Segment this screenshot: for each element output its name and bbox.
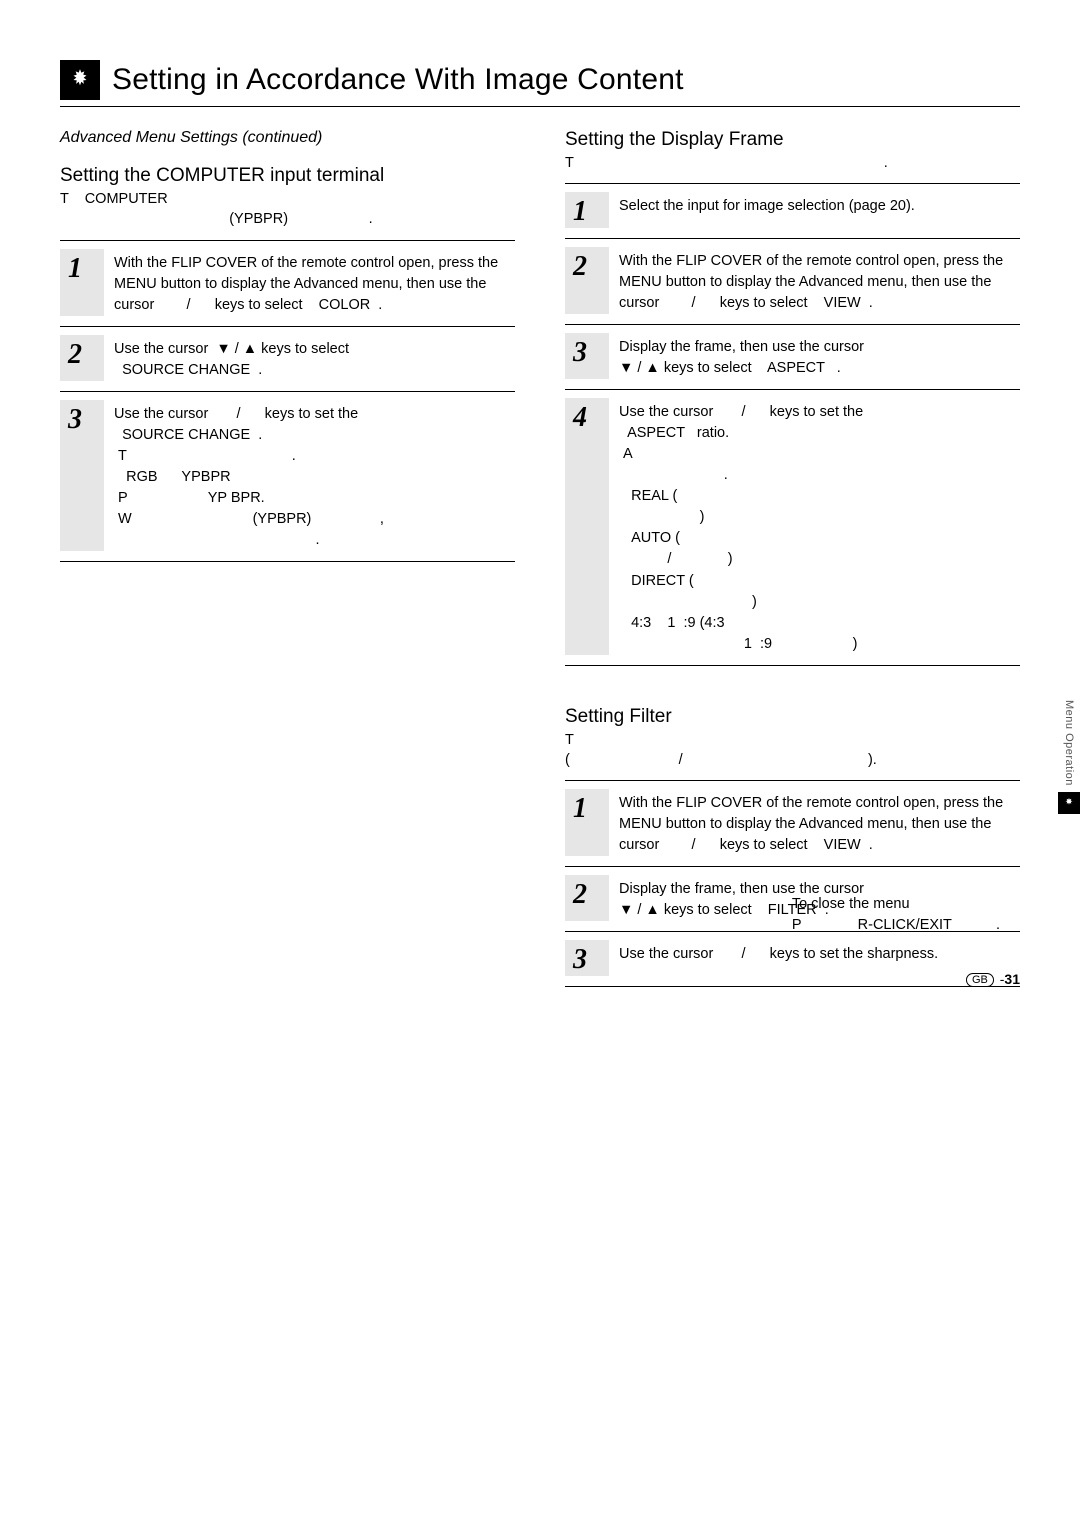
- step-row: 1 With the FLIP COVER of the remote cont…: [60, 241, 515, 327]
- step-number: 4: [565, 398, 609, 654]
- step-number: 3: [565, 333, 609, 379]
- step-body: Use the cursor / keys to set the sharpne…: [609, 940, 1014, 976]
- right-column: Setting the Display Frame T . 1 Select t…: [565, 129, 1020, 987]
- continued-label: Advanced Menu Settings (continued): [60, 129, 515, 147]
- footer-close-menu: To close the menu P R-CLICK/EXIT .: [792, 894, 1000, 938]
- step-body: Use the cursor / keys to set the SOURCE …: [104, 400, 509, 551]
- section-sub-computer-input: T COMPUTER (YPBPR) .: [60, 189, 515, 230]
- step-row: 4 Use the cursor / keys to set the ASPEC…: [565, 390, 1020, 665]
- page-number: GB -31: [966, 971, 1020, 987]
- steps-computer-input: 1 With the FLIP COVER of the remote cont…: [60, 240, 515, 562]
- page-title: Setting in Accordance With Image Content: [112, 63, 684, 97]
- step-body: With the FLIP COVER of the remote contro…: [104, 249, 509, 316]
- step-body: Display the frame, then use the cursor ▼…: [609, 333, 1014, 379]
- step-body: Use the cursor / keys to set the ASPECT …: [609, 398, 1014, 654]
- sparkle-settings-icon: [60, 60, 100, 100]
- step-body: Select the input for image selection (pa…: [609, 192, 1014, 228]
- step-number: 2: [565, 875, 609, 921]
- step-body: Use the cursor ▼ / ▲ keys to select SOUR…: [104, 335, 509, 381]
- section-heading-computer-input: Setting the COMPUTER input terminal: [60, 165, 515, 187]
- title-bar: Setting in Accordance With Image Content: [60, 60, 1020, 107]
- step-row: 3 Use the cursor / keys to set the sharp…: [565, 932, 1020, 987]
- step-body: With the FLIP COVER of the remote contro…: [609, 789, 1014, 856]
- step-row: 2 With the FLIP COVER of the remote cont…: [565, 239, 1020, 325]
- step-number: 3: [565, 940, 609, 976]
- side-tab: Menu Operation: [1058, 700, 1080, 814]
- step-row: 2 Use the cursor ▼ / ▲ keys to select SO…: [60, 327, 515, 392]
- steps-filter: 1 With the FLIP COVER of the remote cont…: [565, 780, 1020, 987]
- step-row: 1 Select the input for image selection (…: [565, 184, 1020, 239]
- side-tab-label: Menu Operation: [1063, 700, 1075, 786]
- step-number: 3: [60, 400, 104, 551]
- step-row: 1 With the FLIP COVER of the remote cont…: [565, 781, 1020, 867]
- section-sub-display-frame: T .: [565, 153, 1020, 173]
- region-badge: GB: [966, 973, 994, 987]
- step-number: 1: [565, 789, 609, 856]
- steps-display-frame: 1 Select the input for image selection (…: [565, 183, 1020, 665]
- step-number: 2: [60, 335, 104, 381]
- step-number: 1: [60, 249, 104, 316]
- section-sub-filter: T ( / ).: [565, 730, 1020, 771]
- step-row: 3 Display the frame, then use the cursor…: [565, 325, 1020, 390]
- sparkle-icon: [1058, 792, 1080, 814]
- left-column: Advanced Menu Settings (continued) Setti…: [60, 129, 515, 987]
- step-body: With the FLIP COVER of the remote contro…: [609, 247, 1014, 314]
- step-number: 1: [565, 192, 609, 228]
- step-row: 3 Use the cursor / keys to set the SOURC…: [60, 392, 515, 562]
- section-heading-filter: Setting Filter: [565, 706, 1020, 728]
- page-number-value: 31: [1004, 971, 1020, 987]
- section-heading-display-frame: Setting the Display Frame: [565, 129, 1020, 151]
- step-number: 2: [565, 247, 609, 314]
